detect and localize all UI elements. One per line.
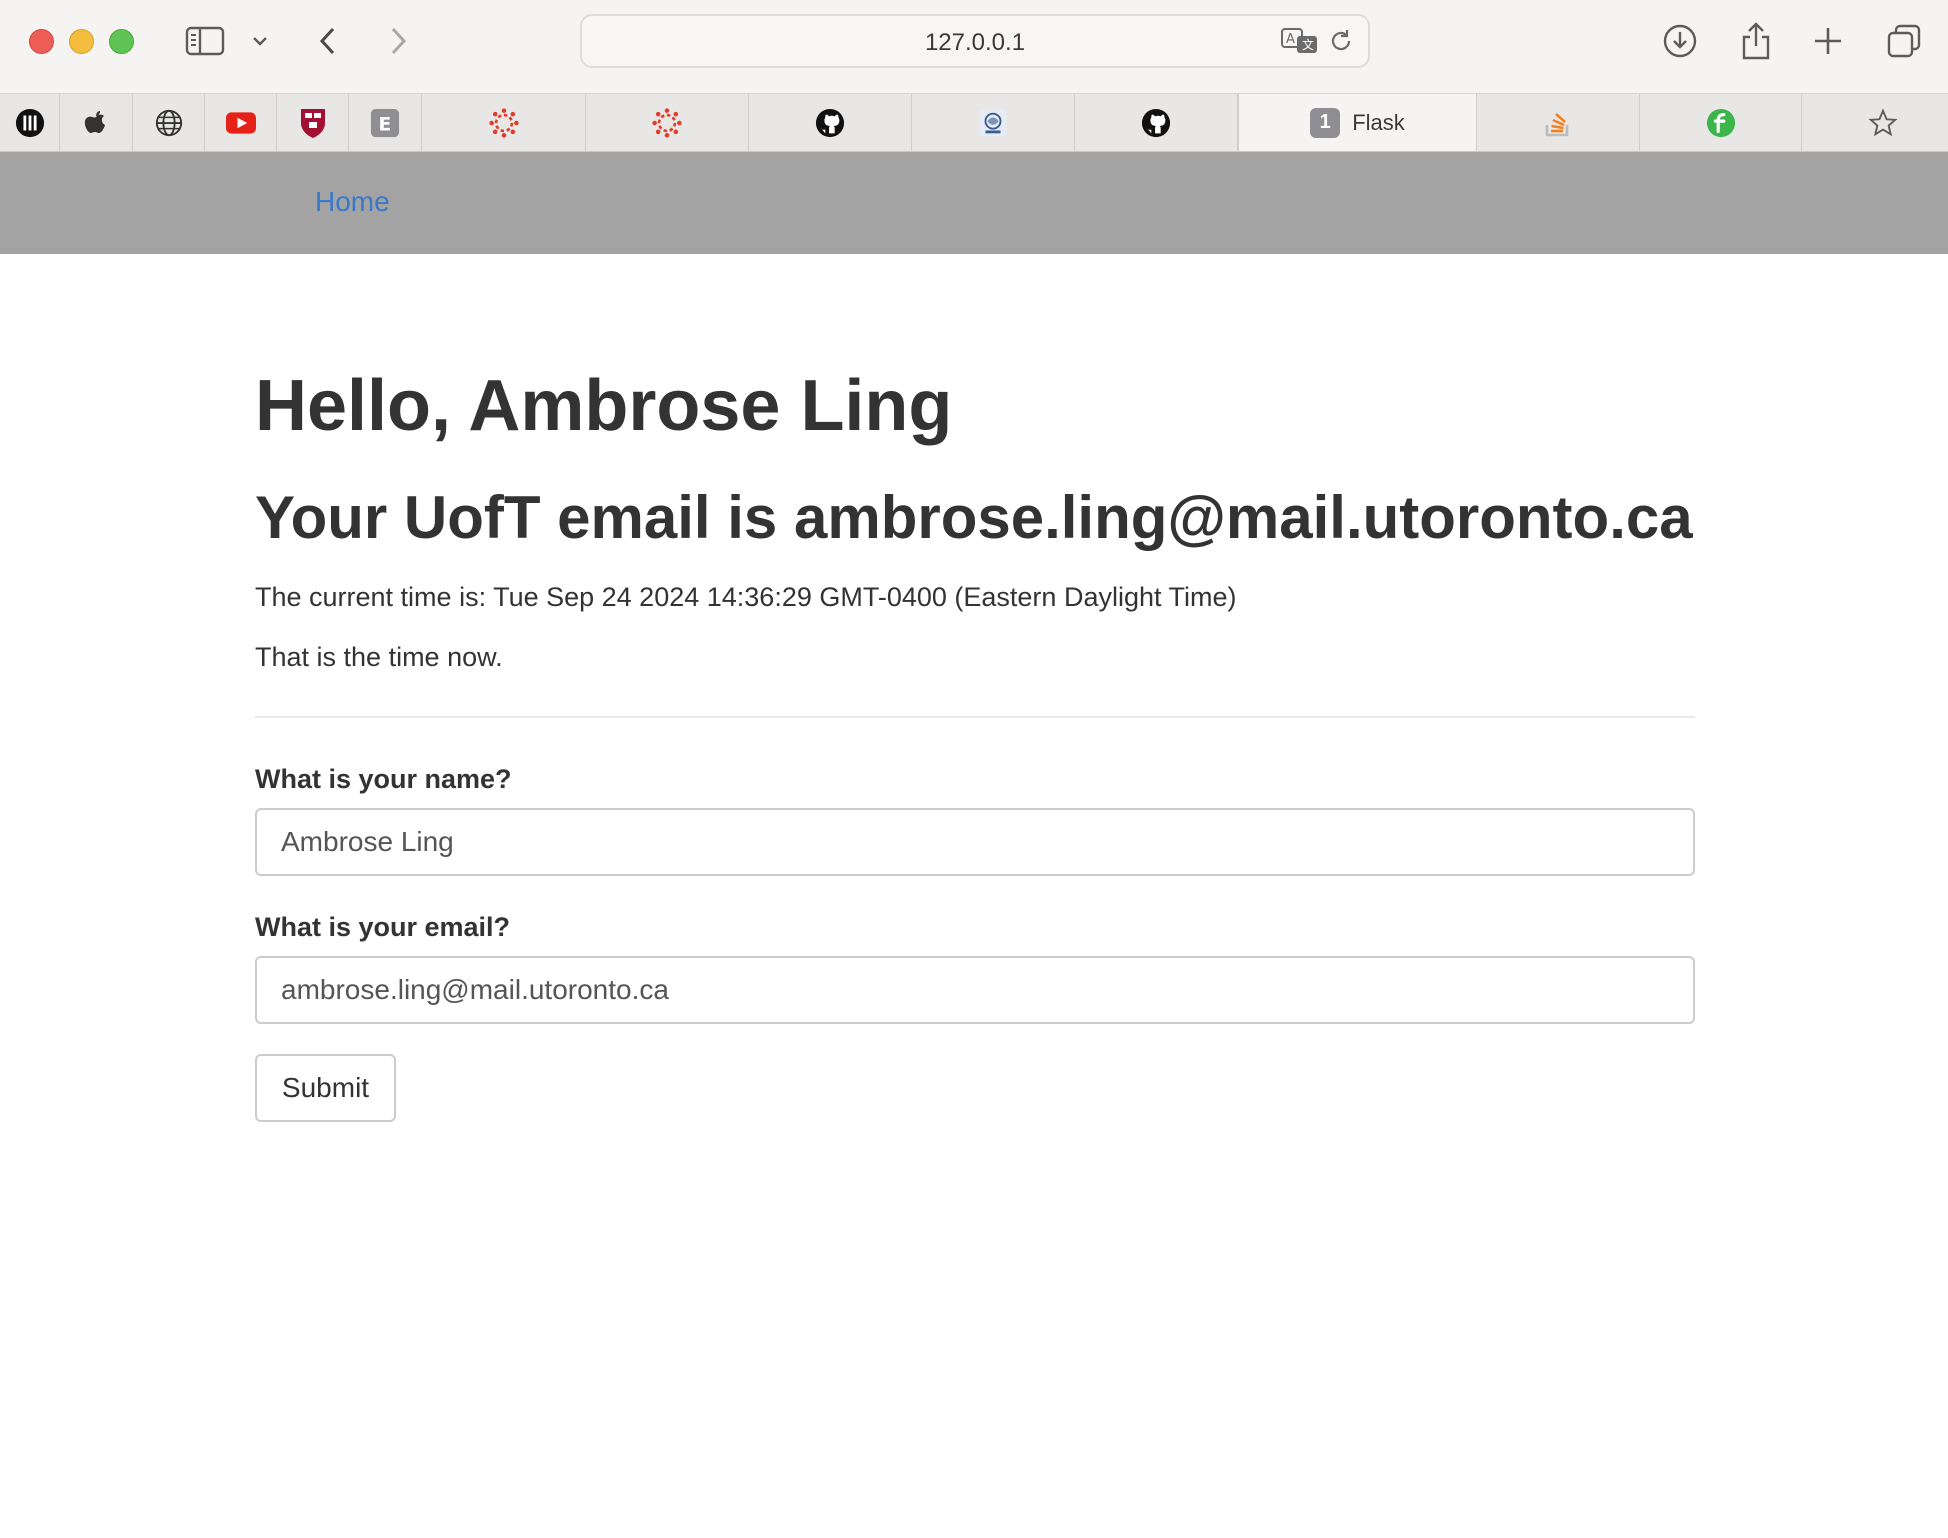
close-window-button[interactable]: [29, 29, 54, 54]
tab-number-badge: 1: [1310, 107, 1341, 138]
apple-icon: [81, 108, 111, 138]
svg-text:E: E: [378, 114, 391, 135]
browser-toolbar: 127.0.0.1 A文: [0, 0, 1948, 94]
tab-youtube[interactable]: [205, 94, 277, 151]
github-icon: [1141, 108, 1171, 138]
green-f-icon: [1706, 108, 1736, 138]
submit-button[interactable]: Submit: [255, 1054, 396, 1122]
star-icon: [1868, 107, 1898, 138]
reload-icon[interactable]: [1328, 28, 1354, 59]
email-heading: Your UofT email is ambrose.ling@mail.uto…: [255, 484, 1693, 551]
name-input[interactable]: [255, 808, 1695, 876]
tab-flask[interactable]: 1 Flask: [1238, 94, 1477, 151]
share-icon[interactable]: [1736, 18, 1776, 64]
sidebar-toggle-icon[interactable]: [182, 18, 228, 64]
tab-github-1[interactable]: [749, 94, 912, 151]
tab-overview-icon[interactable]: [1884, 18, 1924, 64]
email-input[interactable]: [255, 956, 1695, 1024]
tab-globe[interactable]: [133, 94, 205, 151]
time-now-text: That is the time now.: [255, 642, 503, 672]
tab-strip: E 1 Flask: [0, 94, 1948, 152]
divider: [255, 716, 1695, 718]
stackoverflow-icon: [1543, 108, 1573, 138]
minimize-window-button[interactable]: [69, 29, 94, 54]
tab-canvas-1[interactable]: [422, 94, 586, 151]
music-app-icon: [15, 108, 45, 138]
downloads-icon[interactable]: [1660, 18, 1700, 64]
translate-icon[interactable]: A文: [1280, 26, 1320, 61]
harvard-shield-icon: [298, 108, 328, 138]
back-arrow-icon[interactable]: [310, 18, 346, 64]
tab-university[interactable]: [912, 94, 1075, 151]
github-icon: [815, 108, 845, 138]
globe-icon: [154, 108, 184, 138]
nav-home-link[interactable]: Home: [315, 186, 390, 218]
svg-text:文: 文: [1302, 37, 1314, 52]
current-time-text: The current time is: Tue Sep 24 2024 14:…: [255, 582, 1237, 612]
canvas-icon: [652, 107, 682, 138]
email-label: What is your email?: [255, 912, 511, 942]
tab-label: Flask: [1352, 109, 1405, 135]
tab-stackoverflow[interactable]: [1477, 94, 1640, 151]
tab-harvard[interactable]: [277, 94, 349, 151]
tab-canvas-2[interactable]: [586, 94, 749, 151]
url-text: 127.0.0.1: [924, 29, 1026, 56]
name-label: What is your name?: [255, 764, 512, 794]
svg-text:A: A: [1286, 32, 1295, 47]
tab-green-f[interactable]: [1640, 94, 1802, 151]
tab-music-app[interactable]: [0, 94, 60, 151]
new-tab-plus-icon[interactable]: [1808, 18, 1848, 64]
tab-apple[interactable]: [60, 94, 133, 151]
tab-github-2[interactable]: [1075, 94, 1238, 151]
canvas-icon: [488, 107, 519, 138]
site-navbar: Home: [0, 152, 1948, 254]
tab-e[interactable]: E: [349, 94, 422, 151]
address-bar[interactable]: 127.0.0.1 A文: [580, 14, 1370, 68]
tab-bookmark[interactable]: [1802, 94, 1948, 151]
forward-arrow-icon[interactable]: [380, 18, 416, 64]
youtube-icon: [225, 108, 256, 138]
greeting-heading: Hello, Ambrose Ling: [255, 366, 953, 446]
zoom-window-button[interactable]: [109, 29, 134, 54]
university-seal-icon: [978, 108, 1008, 138]
chevron-down-icon[interactable]: [246, 18, 274, 64]
main-content: Hello, Ambrose Ling Your UofT email is a…: [255, 366, 1695, 1122]
e-letter-icon: E: [370, 108, 400, 138]
